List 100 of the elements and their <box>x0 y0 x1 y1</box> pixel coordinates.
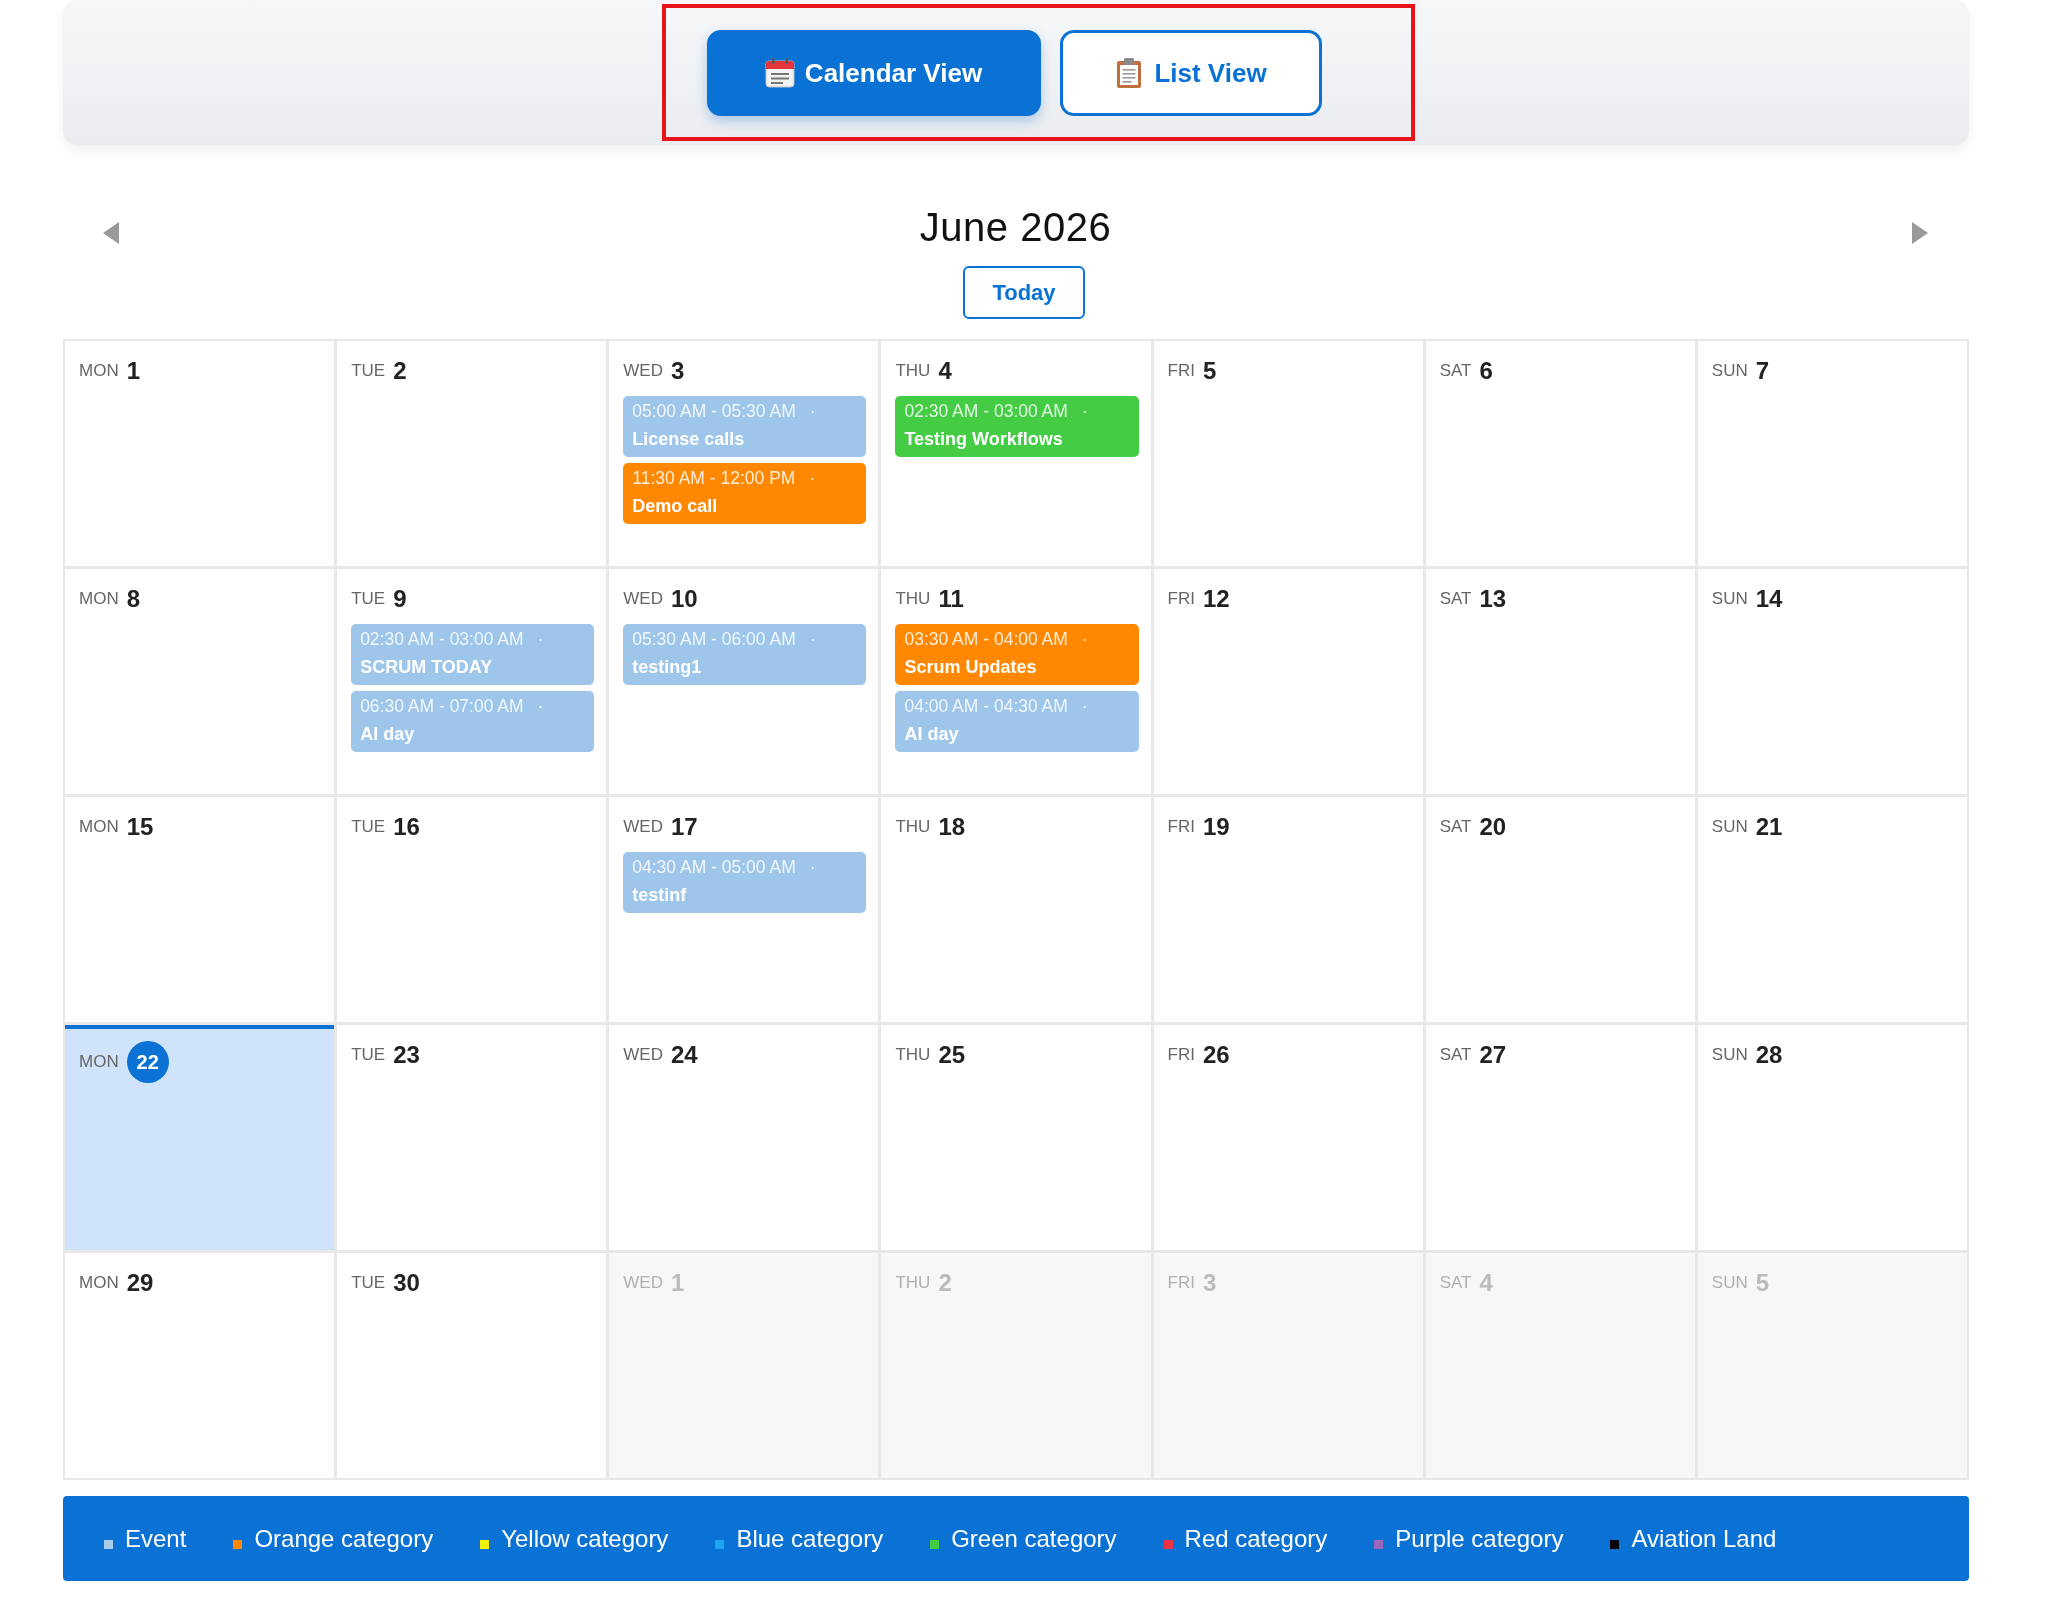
day-number: 10 <box>670 585 698 613</box>
weekday-label: TUE <box>351 589 386 609</box>
right-triangle-icon[interactable] <box>1912 222 1928 244</box>
day-number: 9 <box>393 585 407 613</box>
weekday-label: MON <box>79 361 119 381</box>
event-time: 06:30 AM - 07:00 AM <box>360 695 524 717</box>
day-number: 17 <box>670 813 698 841</box>
event-title: AI day <box>904 723 960 745</box>
legend-label: Purple category <box>1395 1524 1564 1553</box>
day-number: 4 <box>1479 1269 1493 1297</box>
weekday-label: THU <box>895 1273 931 1293</box>
weekday-label: THU <box>895 817 931 837</box>
weekday-label: FRI <box>1167 589 1195 609</box>
event-card[interactable]: 03:30 AM - 04:00 AM · Scrum Updates <box>895 624 1139 685</box>
day-number: 19 <box>1202 813 1230 841</box>
event-separator: · <box>537 628 544 650</box>
month-title: June 2026 <box>919 204 1112 251</box>
weekday-label: MON <box>79 817 119 837</box>
day-number: 7 <box>1755 357 1770 385</box>
weekday-label: FRI <box>1167 361 1195 381</box>
event-title: AI day <box>360 723 416 745</box>
day-number: 15 <box>126 813 154 841</box>
event-separator: · <box>809 856 816 878</box>
weekday-label: WED <box>623 1045 663 1065</box>
weekday-label: WED <box>623 589 663 609</box>
event-card[interactable]: 05:00 AM - 05:30 AM · License calls <box>623 396 867 457</box>
event-card[interactable]: 02:30 AM - 03:00 AM · Testing Workflows <box>895 396 1139 457</box>
day-number: 5 <box>1202 357 1217 385</box>
day-number: 25 <box>938 1041 966 1069</box>
day-number: 6 <box>1479 357 1493 385</box>
weekday-label: TUE <box>351 817 386 837</box>
day-number: 28 <box>1755 1041 1783 1069</box>
weekday-label: SUN <box>1711 361 1748 381</box>
event-card[interactable]: 02:30 AM - 03:00 AM · SCRUM TODAY <box>351 624 595 685</box>
weekday-label: TUE <box>351 1045 386 1065</box>
event-card[interactable]: 06:30 AM - 07:00 AM · AI day <box>351 691 595 752</box>
event-separator: · <box>809 628 816 650</box>
day-number: 24 <box>670 1041 698 1069</box>
day-number: 3 <box>670 357 685 385</box>
weekday-label: FRI <box>1167 1045 1195 1065</box>
event-time: 04:30 AM - 05:00 AM <box>632 856 796 878</box>
view-button[interactable]: List View <box>1059 30 1322 116</box>
event-separator: · <box>1081 400 1088 422</box>
day-number: 21 <box>1755 813 1783 841</box>
day-number: 2 <box>938 1269 952 1297</box>
day-number: 5 <box>1755 1269 1770 1297</box>
event-time: 02:30 AM - 03:00 AM <box>904 400 1068 422</box>
event-time: 03:30 AM - 04:00 AM <box>904 628 1068 650</box>
event-card[interactable]: 11:30 AM - 12:00 PM · Demo call <box>623 463 867 524</box>
event-title: Demo call <box>632 495 719 517</box>
weekday-label: THU <box>895 1045 931 1065</box>
event-separator: · <box>809 400 816 422</box>
weekday-label: SAT <box>1439 817 1472 837</box>
event-time: 04:00 AM - 04:30 AM <box>904 695 1068 717</box>
day-number: 23 <box>393 1041 420 1069</box>
view-button[interactable]: Calendar View <box>706 30 1041 116</box>
legend-label: Aviation Land <box>1631 1524 1777 1553</box>
event-separator: · <box>809 467 816 489</box>
legend-label: Red category <box>1184 1524 1328 1553</box>
weekday-label: TUE <box>351 361 386 381</box>
day-number: 16 <box>393 813 420 841</box>
weekday-label: MON <box>79 589 119 609</box>
day-number: 14 <box>1755 585 1783 613</box>
weekday-label: THU <box>895 589 931 609</box>
weekday-label: THU <box>895 361 931 381</box>
weekday-label: TUE <box>351 1273 386 1293</box>
weekday-label: SAT <box>1439 361 1472 381</box>
event-title: SCRUM TODAY <box>360 656 494 678</box>
weekday-label: SUN <box>1711 1273 1748 1293</box>
event-title: License calls <box>632 428 746 450</box>
event-title: Testing Workflows <box>904 428 1064 450</box>
weekday-label: WED <box>623 361 663 381</box>
event-separator: · <box>537 695 544 717</box>
day-number: 27 <box>1479 1041 1507 1069</box>
event-title: testinf <box>632 884 688 906</box>
legend-label: Event <box>125 1524 187 1553</box>
event-title: testing1 <box>632 656 703 678</box>
event-card[interactable]: 04:00 AM - 04:30 AM · AI day <box>895 691 1139 752</box>
event-card[interactable]: 04:30 AM - 05:00 AM · testinf <box>623 852 867 913</box>
event-time: 02:30 AM - 03:00 AM <box>360 628 524 650</box>
day-number: 29 <box>126 1269 154 1297</box>
day-number: 11 <box>938 585 964 613</box>
day-number: 8 <box>126 585 141 613</box>
legend-label: Orange category <box>254 1524 434 1553</box>
weekday-label: WED <box>623 1273 663 1293</box>
weekday-label: SUN <box>1711 589 1748 609</box>
day-number: 12 <box>1202 585 1230 613</box>
event-time: 05:00 AM - 05:30 AM <box>632 400 796 422</box>
legend-label: Green category <box>951 1524 1117 1553</box>
weekday-label: WED <box>623 817 663 837</box>
weekday-label: FRI <box>1167 817 1195 837</box>
today-button[interactable]: Today <box>963 266 1085 319</box>
weekday-label: FRI <box>1167 1273 1195 1293</box>
weekday-label: SAT <box>1439 589 1472 609</box>
left-triangle-icon[interactable] <box>103 222 119 244</box>
weekday-label: SAT <box>1439 1273 1472 1293</box>
event-title: Scrum Updates <box>904 656 1038 678</box>
day-number: 13 <box>1479 585 1507 613</box>
event-card[interactable]: 05:30 AM - 06:00 AM · testing1 <box>623 624 867 685</box>
day-number: 2 <box>393 357 407 385</box>
